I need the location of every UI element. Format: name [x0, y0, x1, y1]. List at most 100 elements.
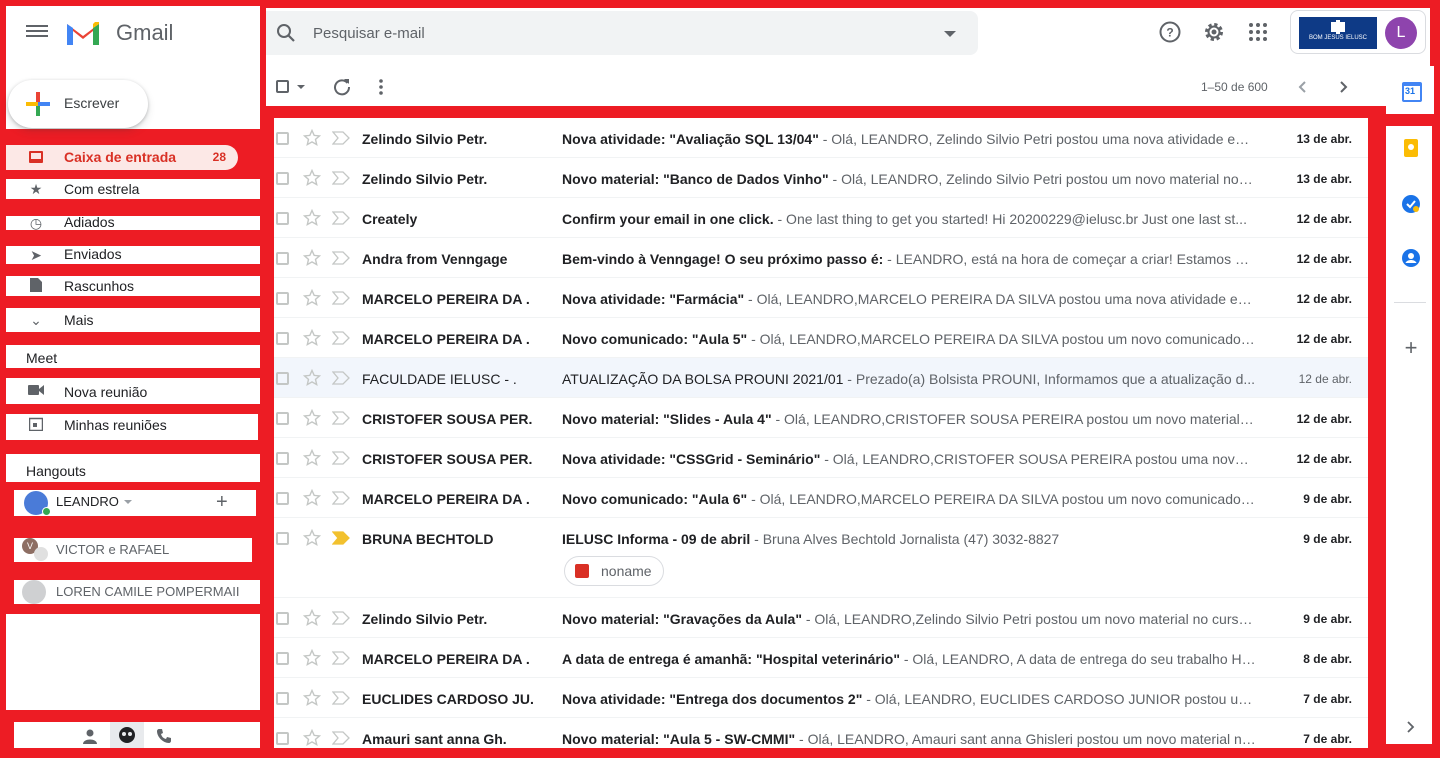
email-row[interactable]: MARCELO PEREIRA DA . Novo comunicado: "Au…	[274, 478, 1368, 518]
row-checkbox[interactable]	[276, 212, 289, 225]
row-checkbox[interactable]	[276, 132, 289, 145]
email-row[interactable]: Zelindo Silvio Petr. Novo material: "Banc…	[274, 158, 1368, 198]
select-options-icon[interactable]	[297, 85, 305, 89]
importance-marker-icon[interactable]	[332, 251, 350, 265]
star-icon[interactable]	[303, 529, 321, 547]
nav-more[interactable]: ⌄ Mais	[6, 308, 260, 332]
tasks-icon[interactable]	[1401, 194, 1421, 214]
email-row[interactable]: Zelindo Silvio Petr. Novo material: "Grav…	[274, 598, 1368, 638]
previous-page-icon[interactable]	[1294, 78, 1312, 96]
help-icon[interactable]: ?	[1159, 21, 1181, 43]
email-row[interactable]: MARCELO PEREIRA DA . Nova atividade: "Far…	[274, 278, 1368, 318]
search-bar[interactable]: Pesquisar e-mail	[266, 11, 978, 55]
star-icon[interactable]	[303, 649, 321, 667]
row-checkbox[interactable]	[276, 452, 289, 465]
add-addon-icon[interactable]: +	[1401, 337, 1421, 359]
next-page-icon[interactable]	[1334, 78, 1352, 96]
email-row[interactable]: EUCLIDES CARDOSO JU. Nova atividade: "Ent…	[274, 678, 1368, 718]
star-icon[interactable]	[303, 289, 321, 307]
importance-marker-icon[interactable]	[332, 651, 350, 665]
importance-marker-icon[interactable]	[332, 171, 350, 185]
email-row[interactable]: CRISTOFER SOUSA PER. Novo material: "Slid…	[274, 398, 1368, 438]
importance-marker-icon[interactable]	[332, 691, 350, 705]
importance-marker-icon[interactable]	[332, 131, 350, 145]
star-icon[interactable]	[303, 609, 321, 627]
refresh-icon[interactable]	[333, 78, 351, 96]
search-input[interactable]: Pesquisar e-mail	[313, 25, 425, 42]
email-row[interactable]: Amauri sant anna Gh. Novo material: "Aula…	[274, 718, 1368, 748]
hangouts-contact-loren[interactable]: LOREN CAMILE POMPERMAII	[14, 580, 260, 604]
email-row[interactable]: Zelindo Silvio Petr. Nova atividade: "Ava…	[274, 118, 1368, 158]
hangouts-icon[interactable]	[110, 722, 144, 748]
hangouts-contact-victor-rafael[interactable]: V VICTOR e RAFAEL	[14, 538, 252, 562]
importance-marker-icon[interactable]	[332, 611, 350, 625]
person-icon[interactable]	[82, 728, 98, 744]
star-icon[interactable]	[303, 129, 321, 147]
main-menu-icon[interactable]	[26, 22, 48, 42]
importance-marker-icon[interactable]	[332, 531, 350, 545]
email-row[interactable]: CRISTOFER SOUSA PER. Nova atividade: "CSS…	[274, 438, 1368, 478]
importance-marker-icon[interactable]	[332, 411, 350, 425]
search-options-icon[interactable]	[944, 31, 956, 37]
row-checkbox[interactable]	[276, 652, 289, 665]
row-checkbox[interactable]	[276, 332, 289, 345]
star-icon[interactable]	[303, 689, 321, 707]
star-icon[interactable]	[303, 329, 321, 347]
email-row[interactable]: BRUNA BECHTOLD IELUSC Informa - 09 de abr…	[274, 518, 1368, 598]
row-checkbox[interactable]	[276, 612, 289, 625]
star-icon[interactable]	[303, 489, 321, 507]
nav-sent[interactable]: ➤ Enviados	[6, 246, 260, 264]
row-checkbox[interactable]	[276, 532, 289, 545]
star-icon[interactable]	[303, 169, 321, 187]
settings-gear-icon[interactable]	[1203, 21, 1225, 43]
email-row[interactable]: MARCELO PEREIRA DA . A data de entrega é …	[274, 638, 1368, 678]
row-checkbox[interactable]	[276, 492, 289, 505]
keep-icon[interactable]	[1401, 138, 1421, 158]
importance-marker-icon[interactable]	[332, 491, 350, 505]
contacts-icon[interactable]	[1401, 248, 1421, 268]
nav-snoozed[interactable]: ◷ Adiados	[6, 214, 260, 231]
row-checkbox[interactable]	[276, 372, 289, 385]
importance-marker-icon[interactable]	[332, 211, 350, 225]
nav-inbox[interactable]: Caixa de entrada 28	[6, 145, 238, 170]
email-row[interactable]: FACULDADE IELUSC - . ATUALIZAÇÃO DA BOLSA…	[274, 358, 1368, 398]
star-icon[interactable]	[303, 729, 321, 747]
star-icon[interactable]	[303, 209, 321, 227]
star-icon[interactable]	[303, 249, 321, 267]
row-checkbox[interactable]	[276, 412, 289, 425]
search-icon[interactable]	[276, 23, 296, 43]
nav-drafts[interactable]: Rascunhos	[6, 276, 260, 296]
nav-starred[interactable]: ★ Com estrela	[6, 179, 260, 199]
account-avatar[interactable]: L	[1385, 17, 1417, 49]
add-contact-icon[interactable]: +	[216, 491, 228, 514]
star-icon[interactable]	[303, 409, 321, 427]
email-row[interactable]: Creately Confirm your email in one click.…	[274, 198, 1368, 238]
star-icon[interactable]	[303, 449, 321, 467]
email-row[interactable]: MARCELO PEREIRA DA . Novo comunicado: "Au…	[274, 318, 1368, 358]
compose-button[interactable]: Escrever	[8, 80, 148, 128]
meet-new-meeting[interactable]: Nova reunião	[6, 378, 260, 404]
hangouts-user[interactable]: LEANDRO +	[14, 490, 256, 516]
account-switcher[interactable]: BOM JESUS IELUSC L	[1290, 10, 1426, 54]
importance-marker-icon[interactable]	[332, 731, 350, 745]
row-checkbox[interactable]	[276, 292, 289, 305]
importance-marker-icon[interactable]	[332, 331, 350, 345]
status-caret-icon[interactable]	[124, 500, 132, 504]
star-icon[interactable]	[303, 369, 321, 387]
importance-marker-icon[interactable]	[332, 371, 350, 385]
row-checkbox[interactable]	[276, 172, 289, 185]
importance-marker-icon[interactable]	[332, 291, 350, 305]
email-row[interactable]: Andra from Venngage Bem-vindo à Venngage!…	[274, 238, 1368, 278]
importance-marker-icon[interactable]	[332, 451, 350, 465]
more-options-icon[interactable]	[378, 78, 384, 96]
expand-panel-icon[interactable]	[1406, 720, 1416, 734]
row-checkbox[interactable]	[276, 732, 289, 745]
meet-my-meetings[interactable]: Minhas reuniões	[6, 414, 258, 440]
attachment-chip[interactable]: noname	[564, 556, 664, 586]
calendar-app-icon[interactable]: 31	[1402, 82, 1422, 102]
phone-icon[interactable]	[156, 728, 172, 744]
apps-grid-icon[interactable]	[1247, 21, 1269, 43]
row-checkbox[interactable]	[276, 692, 289, 705]
row-checkbox[interactable]	[276, 252, 289, 265]
select-all-checkbox[interactable]	[276, 80, 289, 93]
